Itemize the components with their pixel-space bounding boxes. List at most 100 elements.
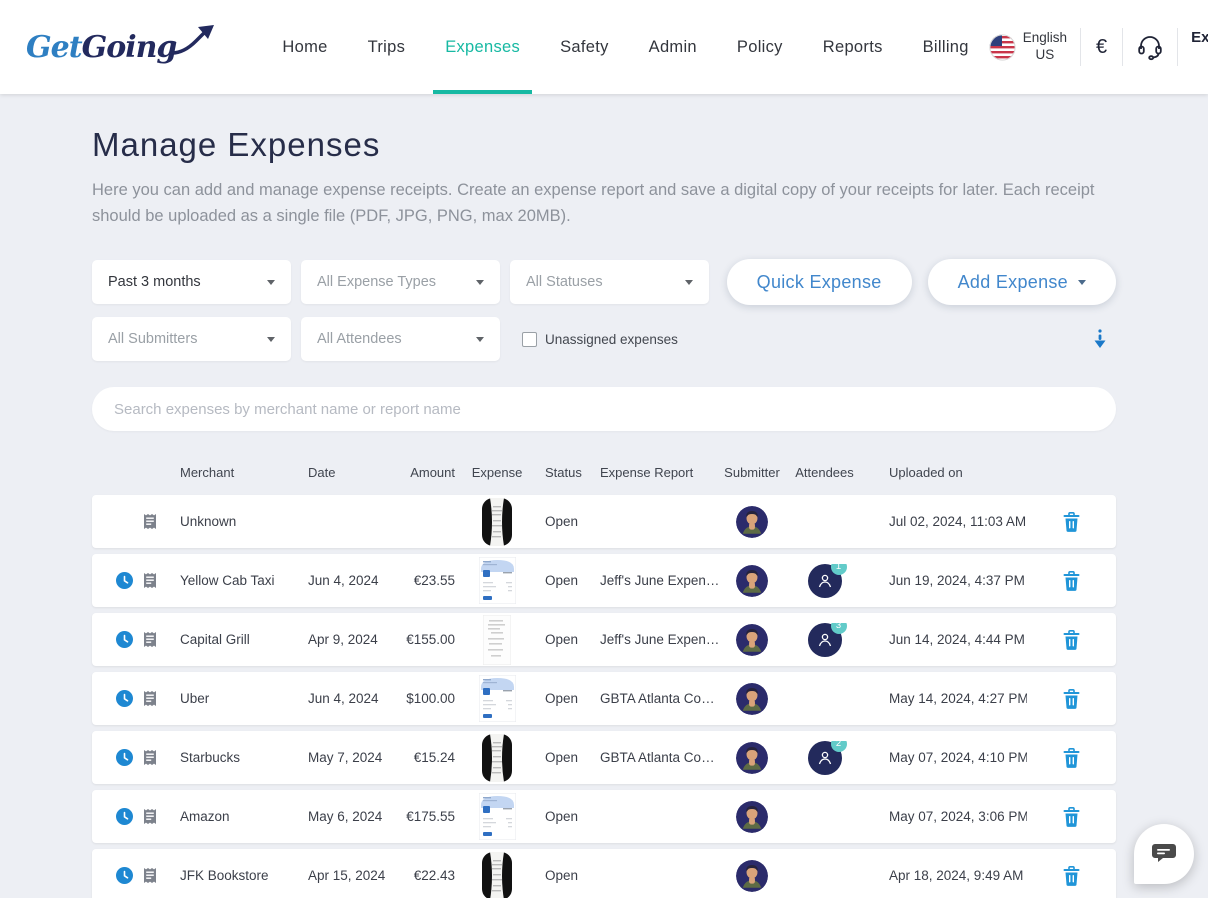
nav-reports[interactable]: Reports	[803, 0, 903, 94]
trash-icon	[1063, 571, 1080, 591]
submitters-select[interactable]: All Submitters	[92, 317, 291, 361]
merchant-name: Amazon	[172, 809, 300, 824]
table-row[interactable]: Unknown Open Ju	[92, 495, 1116, 548]
support-button[interactable]	[1136, 33, 1164, 61]
person-icon	[817, 573, 833, 589]
receipt-icon	[141, 690, 158, 707]
col-merchant: Merchant	[172, 465, 300, 480]
expense-date: Jun 4, 2024	[300, 691, 395, 706]
submitter-avatar[interactable]	[736, 565, 768, 597]
divider	[1122, 28, 1123, 66]
delete-expense-button[interactable]	[1027, 807, 1116, 827]
nav-admin[interactable]: Admin	[629, 0, 717, 94]
chevron-down-icon	[1078, 280, 1086, 285]
attendees-indicator[interactable]: 3	[808, 623, 842, 657]
attendees-indicator[interactable]: 2	[808, 741, 842, 775]
table-row[interactable]: Starbucks May 7, 2024 €15.24 Open GBTA A…	[92, 731, 1116, 784]
expense-date: Apr 9, 2024	[300, 632, 395, 647]
col-date: Date	[300, 465, 395, 480]
delete-expense-button[interactable]	[1027, 689, 1116, 709]
table-row[interactable]: Yellow Cab Taxi Jun 4, 2024 €23.55 Open …	[92, 554, 1116, 607]
download-icon	[1092, 328, 1108, 350]
receipt-icon	[141, 749, 158, 766]
merchant-name: Unknown	[172, 514, 300, 529]
chevron-down-icon	[267, 280, 275, 285]
chat-launcher-button[interactable]	[1134, 824, 1194, 884]
add-expense-button[interactable]: Add Expense	[928, 259, 1116, 305]
nav-billing[interactable]: Billing	[903, 0, 989, 94]
us-flag-icon	[989, 34, 1016, 61]
page-title: Manage Expenses	[92, 126, 1116, 164]
receipt-thumbnail[interactable]	[457, 675, 537, 722]
submitter-avatar[interactable]	[736, 624, 768, 656]
pending-clock-icon	[116, 749, 133, 766]
uploaded-timestamp: May 07, 2024, 3:06 PM	[867, 809, 1027, 824]
language-label: English US	[1023, 30, 1067, 64]
top-navigation-bar: GetGoing Home Trips Expenses Safety Admi…	[0, 0, 1208, 94]
quick-expense-button[interactable]: Quick Expense	[727, 259, 912, 305]
receipt-thumbnail[interactable]	[457, 734, 537, 782]
trash-icon	[1063, 748, 1080, 768]
uploaded-timestamp: May 14, 2024, 4:27 PM	[867, 691, 1027, 706]
table-row[interactable]: Capital Grill Apr 9, 2024 €155.00 Open J…	[92, 613, 1116, 666]
receipt-thumbnail[interactable]	[457, 852, 537, 898]
divider	[1080, 28, 1081, 66]
page-description: Here you can add and manage expense rece…	[92, 178, 1112, 229]
trash-icon	[1063, 807, 1080, 827]
col-submitter: Submitter	[722, 465, 782, 480]
getgoing-logo[interactable]: GetGoing	[26, 30, 216, 65]
uploaded-timestamp: Jun 19, 2024, 4:37 PM	[867, 573, 1027, 588]
delete-expense-button[interactable]	[1027, 630, 1116, 650]
nav-policy[interactable]: Policy	[717, 0, 803, 94]
pending-clock-icon	[116, 808, 133, 825]
logo-text: GetGoing	[26, 30, 176, 65]
pending-clock-icon	[116, 631, 133, 648]
search-input[interactable]	[92, 387, 1116, 431]
table-row[interactable]: JFK Bookstore Apr 15, 2024 €22.43 Open	[92, 849, 1116, 898]
delete-expense-button[interactable]	[1027, 571, 1116, 591]
merchant-name: Yellow Cab Taxi	[172, 573, 300, 588]
submitter-avatar[interactable]	[736, 860, 768, 892]
delete-expense-button[interactable]	[1027, 512, 1116, 532]
unassigned-expenses-filter[interactable]: Unassigned expenses	[522, 332, 678, 347]
receipt-thumbnail[interactable]	[457, 793, 537, 840]
filters-row-1: Past 3 months All Expense Types All Stat…	[92, 259, 1116, 305]
attendee-count-badge: 2	[831, 741, 847, 752]
receipt-thumbnail[interactable]	[457, 557, 537, 604]
delete-expense-button[interactable]	[1027, 748, 1116, 768]
chevron-down-icon	[685, 280, 693, 285]
nav-home[interactable]: Home	[262, 0, 347, 94]
table-row[interactable]: Amazon May 6, 2024 €175.55 Open	[92, 790, 1116, 843]
submitter-avatar[interactable]	[736, 683, 768, 715]
delete-expense-button[interactable]	[1027, 866, 1116, 886]
col-attendees: Attendees	[782, 465, 867, 480]
unassigned-checkbox[interactable]	[522, 332, 537, 347]
expense-type-select[interactable]: All Expense Types	[301, 260, 500, 304]
chat-bubble-icon	[1151, 843, 1177, 865]
expense-date: Jun 4, 2024	[300, 573, 395, 588]
divider	[1177, 28, 1178, 66]
status-label: Open	[537, 514, 592, 529]
date-range-select[interactable]: Past 3 months	[92, 260, 291, 304]
expense-date: May 7, 2024	[300, 750, 395, 765]
submitter-avatar[interactable]	[736, 801, 768, 833]
nav-expenses[interactable]: Expenses	[425, 0, 540, 94]
expense-report-name: Jeff's June Expenses	[592, 632, 722, 647]
expense-amount: €23.55	[395, 573, 457, 588]
status-select[interactable]: All Statuses	[510, 260, 709, 304]
col-status: Status	[537, 465, 592, 480]
currency-selector[interactable]: €	[1094, 36, 1109, 59]
attendees-select[interactable]: All Attendees	[301, 317, 500, 361]
language-selector[interactable]: English US	[989, 30, 1067, 64]
receipt-thumbnail[interactable]	[457, 615, 537, 665]
table-row[interactable]: Uber Jun 4, 2024 $100.00 Open GBTA Atlan…	[92, 672, 1116, 725]
receipt-thumbnail[interactable]	[457, 498, 537, 546]
download-expenses-button[interactable]	[1092, 328, 1108, 350]
submitter-avatar[interactable]	[736, 742, 768, 774]
nav-trips[interactable]: Trips	[348, 0, 426, 94]
pending-clock-icon	[116, 572, 133, 589]
nav-safety[interactable]: Safety	[540, 0, 629, 94]
attendees-indicator[interactable]: 1	[808, 564, 842, 598]
submitter-avatar[interactable]	[736, 506, 768, 538]
header-right-cluster: English US € Expense Inc.	[989, 28, 1208, 67]
